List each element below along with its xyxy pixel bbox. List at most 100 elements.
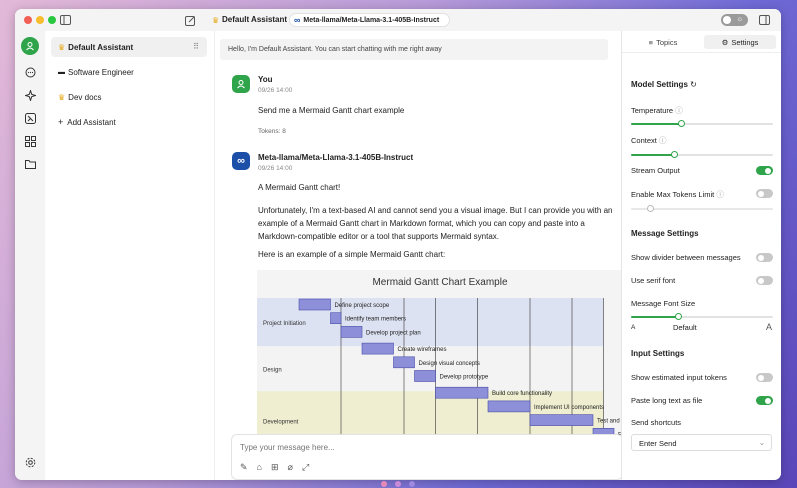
user-name: You	[258, 75, 273, 84]
greeting-message: Hello, I'm Default Assistant. You can st…	[220, 39, 608, 60]
app-window: ♛ Default Assistant ∞ Meta-llama/Meta-Ll…	[15, 9, 781, 480]
close-window-button[interactable]	[24, 16, 32, 24]
gear-icon: ⚙	[721, 37, 729, 47]
bot-paragraph: Unfortunately, I'm a text-based AI and c…	[258, 206, 613, 241]
crown-icon: ♛	[58, 42, 66, 52]
gantt-bar	[435, 386, 489, 399]
context-label: Context ⓘ	[631, 136, 667, 145]
translate-icon[interactable]: ⊞	[271, 462, 279, 473]
temperature-label: Temperature ⓘ	[631, 106, 683, 115]
sparkle-icon[interactable]	[24, 89, 36, 101]
model-selector[interactable]: ∞ Meta-llama/Meta-Llama-3.1-405B-Instruc…	[289, 13, 450, 27]
temperature-slider[interactable]	[631, 120, 773, 127]
show-divider-label: Show divider between messages	[631, 253, 741, 262]
settings-panel: ≡ Topics ⚙ Settings Model Settings ↻ Tempe…	[621, 31, 781, 480]
add-assistant-button[interactable]: + Add Assistant	[51, 112, 207, 132]
page-dot[interactable]	[381, 481, 387, 487]
gantt-chart-svg: Mermaid Gantt Chart Example Project Initi…	[257, 277, 623, 435]
edit-icon[interactable]: ✎	[240, 462, 248, 473]
assistant-label: Dev docs	[68, 92, 102, 102]
computer-icon: ▬	[58, 68, 65, 76]
gantt-bar	[361, 342, 394, 355]
tab-settings[interactable]: ⚙ Settings	[704, 35, 776, 49]
font-size-label: Message Font Size	[631, 299, 696, 308]
chat-area: Hello, I'm Default Assistant. You can st…	[215, 31, 623, 480]
chat-icon[interactable]	[24, 66, 36, 78]
topics-icon: ≡	[648, 37, 654, 47]
crown-icon: ♛	[212, 16, 220, 25]
minimize-window-button[interactable]	[36, 16, 44, 24]
gantt-bar	[340, 326, 363, 338]
right-panel-toggle-icon[interactable]	[758, 14, 770, 26]
assistant-item-dev-docs[interactable]: ♛ Dev docs	[51, 87, 207, 107]
attachment-icon[interactable]: ⌀	[288, 462, 293, 473]
chart-title: Mermaid Gantt Chart Example	[372, 277, 507, 288]
bot-timestamp: 09/26 14:00	[258, 165, 293, 172]
page-dot[interactable]	[395, 481, 401, 487]
serif-font-label: Use serif font	[631, 276, 676, 285]
gantt-bar	[529, 414, 594, 426]
gantt-task-label: Test and iterate	[597, 419, 623, 425]
gear-icon[interactable]	[24, 456, 36, 468]
serif-font-toggle[interactable]	[756, 276, 773, 285]
user-avatar	[232, 75, 250, 93]
max-tokens-slider[interactable]	[631, 205, 773, 212]
apps-icon[interactable]	[24, 135, 36, 147]
model-settings-heading: Model Settings ↻	[631, 80, 697, 89]
token-count: Tokens: 8	[258, 128, 286, 135]
user-timestamp: 09/26 14:00	[258, 87, 293, 94]
input-settings-heading: Input Settings	[631, 349, 685, 358]
meta-avatar: ∞	[232, 152, 250, 170]
font-size-slider[interactable]	[631, 313, 773, 320]
assistant-item-software-engineer[interactable]: ▬ Software Engineer	[51, 62, 207, 82]
stream-output-toggle[interactable]	[756, 166, 773, 175]
gantt-task-label: Create wireframes	[398, 347, 447, 353]
assistant-item-default[interactable]: ♛ Default Assistant ⠿	[51, 37, 207, 57]
page-dot[interactable]	[409, 481, 415, 487]
gantt-bar	[414, 370, 436, 382]
paste-long-toggle[interactable]	[756, 396, 773, 405]
assistant-label: Software Engineer	[68, 67, 134, 77]
sidebar-toggle-icon[interactable]	[59, 14, 71, 26]
gantt-task-label: Identify team members	[345, 317, 406, 323]
zoom-window-button[interactable]	[48, 16, 56, 24]
toolbox-icon[interactable]: ⌂	[257, 462, 262, 473]
info-icon[interactable]: ⓘ	[675, 106, 683, 115]
message-input[interactable]	[240, 441, 610, 453]
send-shortcut-select[interactable]: Enter Send ⌄	[631, 434, 772, 451]
bot-name: Meta-llama/Meta-Llama-3.1-405B-Instruct	[258, 153, 414, 162]
gantt-task-label: Implement UI components	[534, 405, 604, 411]
assistant-label: Default Assistant	[68, 42, 134, 52]
send-shortcuts-label: Send shortcuts	[631, 418, 682, 427]
font-size-small-label: A	[631, 324, 636, 331]
gantt-task-label: Design visual concepts	[419, 361, 480, 367]
drag-handle-icon[interactable]: ⠿	[193, 42, 199, 51]
info-icon[interactable]: ⓘ	[659, 136, 667, 145]
max-tokens-toggle[interactable]	[756, 189, 773, 198]
gantt-task-label: Define project scope	[335, 303, 390, 309]
context-slider[interactable]	[631, 151, 773, 158]
section-label: Development	[263, 420, 299, 426]
expand-icon[interactable]: ⤢	[302, 462, 309, 473]
bot-paragraph: Here is an example of a simple Mermaid G…	[258, 250, 446, 259]
gantt-task-label: Develop prototype	[440, 375, 489, 381]
title-bar: ♛ Default Assistant ∞ Meta-llama/Meta-Ll…	[15, 9, 781, 31]
message-composer: ✎ ⌂ ⊞ ⌀ ⤢	[231, 434, 623, 480]
folder-icon[interactable]	[24, 158, 36, 170]
theme-toggle[interactable]: ☼	[721, 14, 748, 26]
current-assistant-name[interactable]: Default Assistant	[222, 15, 287, 24]
assistant-label: Add Assistant	[67, 117, 116, 127]
refresh-icon[interactable]: ↻	[690, 80, 697, 89]
translate-icon[interactable]	[24, 112, 36, 124]
user-avatar[interactable]	[21, 37, 39, 55]
new-chat-icon[interactable]	[184, 14, 196, 26]
tab-topics[interactable]: ≡ Topics	[628, 35, 698, 49]
icon-rail	[15, 31, 45, 480]
show-divider-toggle[interactable]	[756, 253, 773, 262]
info-icon[interactable]: ⓘ	[716, 190, 724, 199]
meta-logo-icon: ∞	[294, 15, 301, 25]
font-size-large-label: A	[766, 322, 773, 332]
sun-icon: ☼	[736, 14, 744, 23]
gantt-bar	[330, 312, 342, 325]
show-tokens-toggle[interactable]	[756, 373, 773, 382]
